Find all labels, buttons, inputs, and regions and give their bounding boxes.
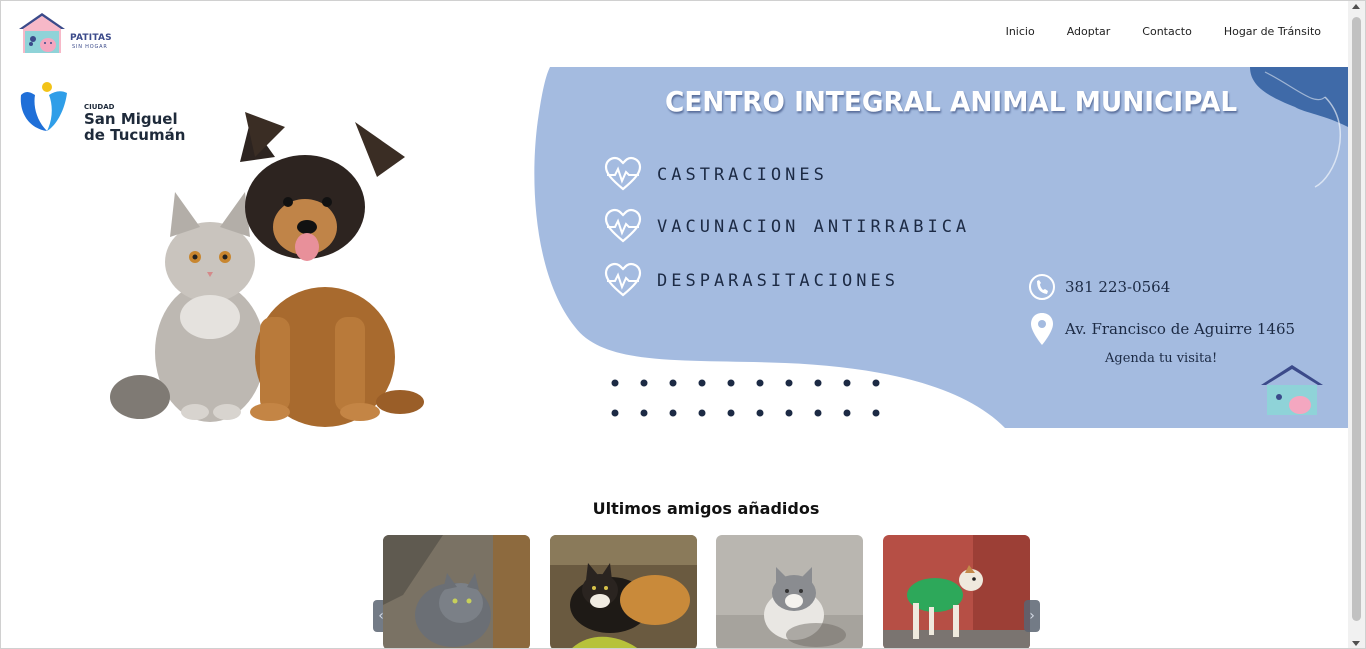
banner-background: [110, 67, 1348, 428]
gray-white-cat-photo: [716, 535, 863, 648]
phone-icon: [1029, 274, 1055, 300]
page-scrollbar[interactable]: [1348, 1, 1365, 648]
pet-card[interactable]: [883, 535, 1030, 648]
city-name-line2: de Tucumán: [84, 126, 186, 144]
address-contact: Av. Francisco de Aguirre 1465: [1029, 311, 1295, 347]
heart-pulse-icon: [604, 208, 642, 243]
chevron-right-icon: ›: [1029, 608, 1035, 624]
service-label: CASTRACIONES: [657, 165, 828, 185]
scroll-thumb[interactable]: [1352, 17, 1361, 621]
location-pin-icon: [1031, 313, 1053, 345]
nav-inicio[interactable]: Inicio: [1006, 25, 1035, 38]
logo-subtext: SIN HOGAR: [72, 44, 108, 50]
hero-banner: CIUDAD San Miguel de Tucumán CENTRO INTE…: [5, 67, 1348, 428]
heart-pulse-icon: [604, 156, 642, 191]
city-name: San Miguel de Tucumán: [84, 111, 185, 143]
nav-adoptar[interactable]: Adoptar: [1067, 25, 1111, 38]
page: PATITAS SIN HOGAR Inicio Adoptar Contact…: [0, 0, 1366, 649]
carousel-next-button[interactable]: ›: [1024, 600, 1040, 632]
nav-hogar-de-transito[interactable]: Hogar de Tránsito: [1224, 25, 1321, 38]
scroll-down-arrow-icon[interactable]: [1352, 641, 1360, 646]
phone-contact: 381 223-0564: [1029, 273, 1170, 301]
service-item: VACUNACION ANTIRRABICA: [603, 207, 970, 247]
address-text: Av. Francisco de Aguirre 1465: [1065, 320, 1296, 338]
city-logo: CIUDAD San Miguel de Tucumán: [17, 81, 197, 143]
pet-card[interactable]: [383, 535, 530, 648]
house-logo-icon: [19, 13, 65, 53]
cat-image: [110, 192, 265, 422]
decorative-dots: [611, 379, 880, 417]
puppy-image: [240, 112, 424, 427]
site-header: PATITAS SIN HOGAR Inicio Adoptar Contact…: [1, 1, 1349, 65]
calico-cat-photo: [550, 535, 697, 648]
pet-card[interactable]: [550, 535, 697, 648]
service-label: VACUNACION ANTIRRABICA: [657, 217, 971, 237]
gray-cat-photo: [383, 535, 530, 648]
nav-contacto[interactable]: Contacto: [1142, 25, 1192, 38]
service-item: DESPARASITACIONES: [603, 261, 899, 301]
main-nav: Inicio Adoptar Contacto Hogar de Tránsit…: [1006, 25, 1321, 38]
service-item: CASTRACIONES: [603, 155, 828, 195]
dog-green-shirt-photo: [883, 535, 1030, 648]
logo-text: PATITAS: [70, 33, 112, 43]
city-leaf-icon: [20, 82, 67, 131]
banner-title: CENTRO INTEGRAL ANIMAL MUNICIPAL: [665, 85, 1238, 118]
section-title: Ultimos amigos añadidos: [592, 499, 820, 518]
agenda-text: Agenda tu visita!: [1105, 351, 1218, 366]
heart-pulse-icon: [604, 262, 642, 297]
scroll-up-arrow-icon[interactable]: [1352, 4, 1360, 9]
patitas-logo[interactable]: PATITAS SIN HOGAR: [17, 11, 117, 55]
phone-number: 381 223-0564: [1065, 278, 1171, 296]
service-label: DESPARASITACIONES: [657, 271, 899, 291]
pet-card[interactable]: [716, 535, 863, 648]
